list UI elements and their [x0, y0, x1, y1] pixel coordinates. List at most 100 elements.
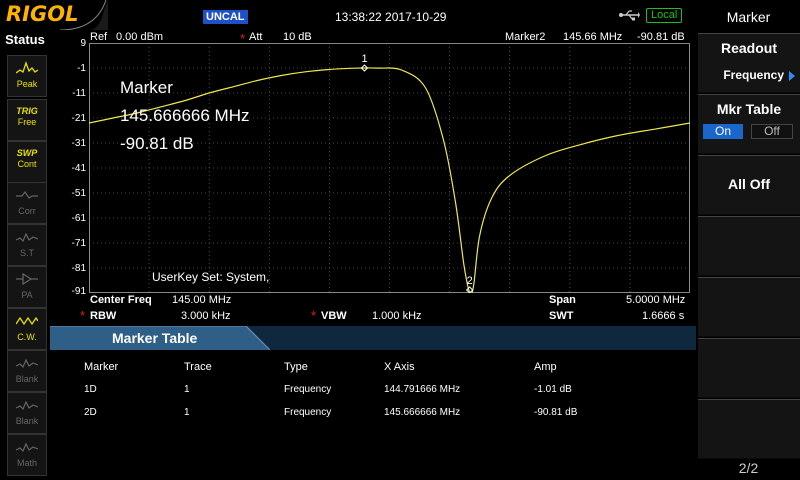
ytick: -81: [71, 263, 86, 274]
row2-marker: 2D: [84, 407, 97, 418]
marker-table-body: [50, 350, 696, 480]
status-corr-label: Corr: [18, 206, 36, 216]
softkey-empty-4[interactable]: [698, 216, 800, 276]
softkey-empty-6[interactable]: [698, 338, 800, 398]
status-trig-top: TRIG: [16, 106, 38, 116]
marker-group: 12: [360, 53, 474, 293]
marker-readout-overlay: Marker 145.666666 MHz -90.81 dB: [120, 74, 249, 158]
status-cw-label: C.W.: [17, 332, 37, 342]
status-peak[interactable]: Peak: [7, 55, 47, 97]
status-blank-1[interactable]: Blank: [7, 350, 47, 392]
mkr-table-on[interactable]: On: [703, 124, 743, 139]
cw-icon: [16, 316, 38, 326]
row2-amp: -90.81 dB: [534, 407, 578, 418]
readout-label: Readout: [721, 40, 777, 56]
status-math-label: Math: [16, 458, 37, 468]
vbw-value: 1.000 kHz: [372, 310, 422, 322]
row1-marker: 1D: [84, 384, 97, 395]
status-math[interactable]: Math: [7, 434, 47, 476]
span-value: 5.0000 MHz: [626, 294, 686, 306]
ref-label: Ref: [90, 31, 108, 43]
row2-trace: 1: [184, 407, 190, 418]
ytick: -41: [71, 163, 86, 174]
marker-table-title: Marker Table: [112, 330, 198, 346]
ytick: -21: [71, 113, 86, 124]
row1-amp: -1.01 dB: [534, 384, 572, 395]
readout-value: Frequency: [723, 68, 784, 82]
menu-title: Marker: [726, 9, 771, 25]
status-swp-label: Cont: [17, 159, 37, 169]
vbw-star-icon: *: [311, 308, 317, 323]
submenu-arrow-icon: [789, 71, 795, 81]
softkey-empty-7[interactable]: [698, 399, 800, 459]
page-indicator: 2/2: [738, 460, 759, 476]
mkr-table-off[interactable]: Off: [751, 124, 793, 139]
swt-label: SWT: [549, 310, 574, 322]
status-blank-2[interactable]: Blank: [7, 392, 47, 434]
col-xaxis: X Axis: [384, 361, 415, 373]
status-swp[interactable]: SWP Cont: [7, 141, 47, 183]
softkey-empty-5[interactable]: [698, 277, 800, 337]
status-swp-top: SWP: [16, 148, 38, 158]
status-peak-label: Peak: [16, 79, 38, 89]
col-trace: Trace: [184, 361, 212, 373]
status-title: Status: [5, 32, 45, 47]
status-corr[interactable]: Corr: [7, 182, 47, 224]
rbw-label: RBW: [90, 310, 117, 322]
marker2-amp: -90.81 dB: [637, 31, 685, 43]
ytick: -61: [71, 213, 86, 224]
uncal-badge: UNCAL: [203, 10, 248, 24]
row1-type: Frequency: [284, 384, 332, 395]
row2-type: Frequency: [284, 407, 332, 418]
row1-xaxis: 144.791666 MHz: [384, 384, 461, 395]
ytick: -11: [72, 88, 86, 99]
ytick: -91: [71, 286, 86, 297]
math-icon: [16, 442, 38, 453]
all-off-key[interactable]: All Off: [698, 155, 800, 215]
corr-icon: [16, 190, 38, 199]
col-type: Type: [284, 361, 308, 373]
span-label: Span: [549, 294, 576, 306]
ytick: -71: [71, 238, 86, 249]
ytick-top: 9: [80, 38, 86, 49]
att-value: 10 dB: [283, 31, 312, 43]
marker-1-label: 1: [361, 53, 367, 65]
swt-value: 1.6666 s: [642, 310, 685, 322]
userkey-set: UserKey Set: System,: [152, 270, 270, 284]
status-pa[interactable]: PA: [7, 266, 47, 308]
ytick: -51: [71, 188, 86, 199]
ytick: -31: [71, 138, 86, 149]
rbw-value: 3.000 kHz: [181, 310, 231, 322]
readout-key[interactable]: Readout Frequency: [698, 33, 800, 93]
peak-icon: [16, 61, 38, 74]
marker2-freq: 145.66 MHz: [563, 31, 623, 43]
att-label: Att: [249, 31, 263, 43]
status-st[interactable]: S.T: [7, 224, 47, 266]
marker-readout-amp: -90.81 dB: [120, 134, 194, 153]
usb-icon: [619, 10, 640, 21]
rigol-logo: RIGOL: [6, 2, 79, 26]
st-icon: [16, 232, 38, 243]
local-badge: Local: [646, 8, 683, 23]
marker-readout-title: Marker: [120, 78, 173, 97]
center-freq-value: 145.00 MHz: [172, 294, 232, 306]
mkr-table-key[interactable]: Mkr Table On Off: [698, 94, 800, 154]
row2-xaxis: 145.666666 MHz: [384, 407, 461, 418]
marker2-label: Marker2: [505, 31, 546, 43]
mkr-table-label: Mkr Table: [716, 101, 782, 117]
all-off-label: All Off: [728, 176, 770, 192]
status-blank-2-label: Blank: [15, 416, 39, 426]
marker-readout-freq: 145.666666 MHz: [120, 106, 250, 125]
center-freq-label: Center Freq: [90, 294, 152, 306]
row1-trace: 1: [184, 384, 190, 395]
datetime: 13:38:22 2017-10-29: [335, 10, 447, 24]
status-trig-label: Free: [17, 117, 37, 127]
status-trig[interactable]: TRIG Free: [7, 99, 47, 141]
marker-2-label: 2: [467, 275, 473, 287]
status-blank-1-label: Blank: [15, 374, 39, 384]
status-cw[interactable]: C.W.: [7, 308, 47, 350]
ref-value: 0.00 dBm: [116, 31, 164, 43]
blank-icon: [16, 358, 38, 369]
blank-icon: [16, 400, 38, 411]
vbw-label: VBW: [321, 310, 347, 322]
